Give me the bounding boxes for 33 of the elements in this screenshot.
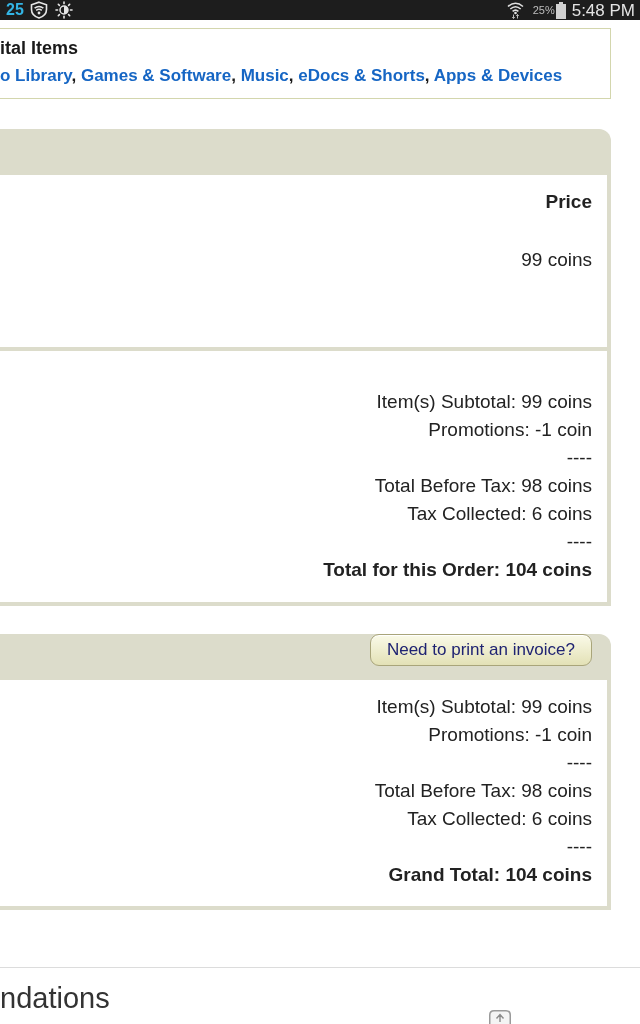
total-line: Total for this Order: 104 coins: [323, 558, 592, 582]
category-link[interactable]: eDocs & Shorts: [298, 66, 425, 85]
dash-rule-text: ----: [566, 446, 592, 470]
dash-rule-text: ----: [566, 530, 592, 554]
clock-time: 5:48 PM: [571, 0, 635, 20]
invoice-button[interactable]: Need to print an invoice?: [369, 634, 592, 666]
category-links: o Library, Games & Software, Music, eDocs & Shorts, Apps & Devices: [0, 65, 564, 87]
category-link[interactable]: o Library: [0, 66, 72, 85]
summary-line: Total Before Tax: 98 coins: [374, 474, 592, 498]
section-heading: ital Items: [0, 37, 80, 60]
category-link[interactable]: Music: [240, 66, 289, 85]
dash-rule-text: ----: [566, 835, 592, 859]
summary-line: Tax Collected: 6 coins: [407, 807, 592, 831]
brightness-icon: [54, 1, 73, 19]
summary-line: Item(s) Subtotal: 99 coins: [376, 390, 592, 414]
column-header: Price: [545, 190, 592, 214]
shield-icon: [29, 1, 48, 19]
dash-rule-text: ----: [566, 751, 592, 775]
up-arrow-icon[interactable]: [489, 1010, 511, 1024]
category-link[interactable]: Apps & Devices: [433, 66, 563, 85]
category-link[interactable]: Games & Software: [80, 66, 232, 85]
section-title: ndations: [0, 981, 110, 1016]
summary-line: Total Before Tax: 98 coins: [374, 779, 592, 803]
wifi-icon: [506, 1, 524, 19]
notification-count: 25: [6, 1, 24, 19]
summary-line: Item(s) Subtotal: 99 coins: [376, 695, 592, 719]
total-line: Grand Total: 104 coins: [388, 863, 592, 887]
table-cell-text: 99 coins: [521, 248, 592, 272]
summary-line: Promotions: -1 coin: [428, 418, 592, 442]
summary-line: Tax Collected: 6 coins: [407, 502, 592, 526]
battery-icon: [555, 1, 566, 19]
battery-percent: 25%: [532, 3, 555, 17]
summary-line: Promotions: -1 coin: [428, 723, 592, 747]
